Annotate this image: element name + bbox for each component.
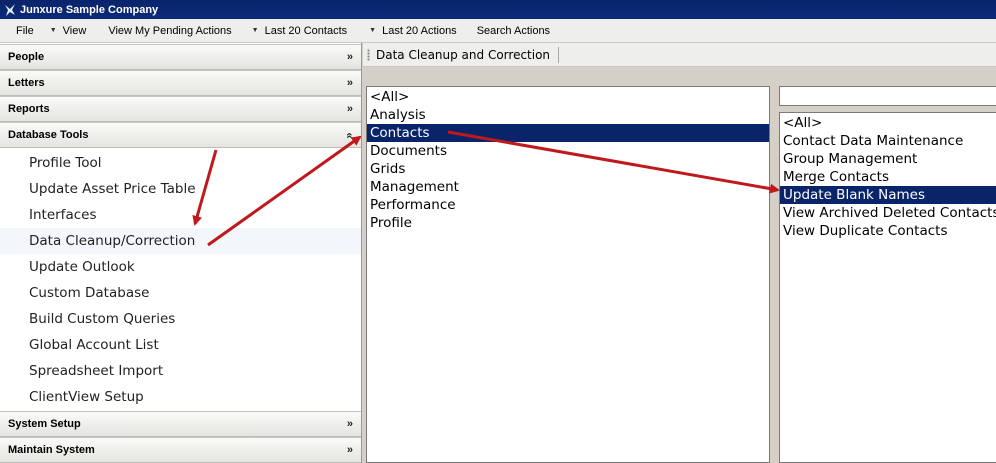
list-item[interactable]: View Archived Deleted Contacts — [780, 204, 996, 222]
menu-view[interactable]: ▼ View — [42, 19, 95, 43]
content-toolbar: Data Cleanup and Correction — [363, 43, 996, 67]
list-item[interactable]: Grids — [367, 160, 769, 178]
list-item[interactable]: Management — [367, 178, 769, 196]
content-title: Data Cleanup and Correction — [376, 47, 551, 62]
section-letters-label: Letters — [8, 77, 45, 89]
junxure-logo-icon — [5, 3, 15, 16]
menu-search-actions-label: Search Actions — [476, 24, 551, 37]
list-item[interactable]: Profile — [367, 214, 769, 232]
section-reports[interactable]: Reports » — [0, 96, 361, 122]
sidebar-item-global-account-list[interactable]: Global Account List — [0, 332, 361, 358]
toolbar-separator — [558, 46, 560, 63]
chevron-double-down-icon[interactable]: » — [347, 444, 353, 456]
tool-list[interactable]: <All> Contact Data Maintenance Group Man… — [779, 112, 996, 463]
list-item[interactable]: Documents — [367, 142, 769, 160]
section-system-setup[interactable]: System Setup » — [0, 411, 361, 437]
chevron-double-down-icon[interactable]: » — [347, 103, 353, 115]
menu-last-20-actions[interactable]: ▼ Last 20 Actions — [355, 19, 465, 43]
navigation-panel: People » Letters » Reports » Database To… — [0, 43, 362, 463]
dropdown-arrow-icon: ▼ — [369, 27, 377, 34]
sidebar-item-data-cleanup-correction[interactable]: Data Cleanup/Correction — [0, 228, 361, 254]
dropdown-arrow-icon: ▼ — [49, 27, 57, 34]
sidebar-item-update-asset-price-table[interactable]: Update Asset Price Table — [0, 176, 361, 202]
section-system-setup-label: System Setup — [8, 418, 81, 430]
filter-input[interactable] — [779, 86, 996, 106]
chevron-double-up-icon[interactable]: » — [343, 132, 355, 138]
sidebar-item-interfaces[interactable]: Interfaces — [0, 202, 361, 228]
list-item[interactable]: Merge Contacts — [780, 168, 996, 186]
list-item[interactable]: <All> — [780, 114, 996, 132]
menu-file-label: File — [16, 24, 34, 37]
list-item[interactable]: Contact Data Maintenance — [780, 132, 996, 150]
sidebar-item-update-outlook[interactable]: Update Outlook — [0, 254, 361, 280]
menu-bar: File ▼ View View My Pending Actions ▼ La… — [0, 19, 996, 43]
menu-last-20-contacts[interactable]: ▼ Last 20 Contacts — [240, 19, 356, 43]
section-people[interactable]: People » — [0, 44, 361, 70]
menu-view-my-pending-actions[interactable]: View My Pending Actions — [94, 19, 239, 43]
menu-file[interactable]: File — [0, 19, 42, 43]
category-list[interactable]: <All> Analysis Contacts Documents Grids … — [366, 86, 770, 463]
title-bar: Junxure Sample Company — [0, 0, 996, 19]
list-item[interactable]: Analysis — [367, 106, 769, 124]
chevron-double-down-icon[interactable]: » — [347, 77, 353, 89]
list-item[interactable]: Group Management — [780, 150, 996, 168]
section-database-tools[interactable]: Database Tools » — [0, 122, 361, 148]
menu-search-actions[interactable]: Search Actions — [465, 19, 558, 43]
section-maintain-system-label: Maintain System — [8, 444, 95, 456]
menu-view-label: View — [62, 24, 87, 37]
menu-last-actions-label: Last 20 Actions — [382, 24, 457, 37]
list-item[interactable]: Performance — [367, 196, 769, 214]
sidebar-item-spreadsheet-import[interactable]: Spreadsheet Import — [0, 358, 361, 384]
section-letters[interactable]: Letters » — [0, 70, 361, 96]
chevron-double-down-icon[interactable]: » — [347, 418, 353, 430]
toolbar-grip-icon[interactable] — [367, 48, 370, 61]
list-item[interactable]: View Duplicate Contacts — [780, 222, 996, 240]
section-reports-label: Reports — [8, 103, 50, 115]
menu-pending-label: View My Pending Actions — [108, 24, 232, 37]
dropdown-arrow-icon: ▼ — [251, 27, 259, 34]
application-window: Junxure Sample Company File ▼ View View … — [0, 0, 996, 463]
section-maintain-system[interactable]: Maintain System » — [0, 437, 361, 463]
chevron-double-down-icon[interactable]: » — [347, 51, 353, 63]
sidebar-item-clientview-setup[interactable]: ClientView Setup — [0, 384, 361, 410]
menu-last-contacts-label: Last 20 Contacts — [264, 24, 348, 37]
window-title: Junxure Sample Company — [20, 3, 159, 16]
list-item-selected[interactable]: Contacts — [367, 124, 769, 142]
list-item-selected[interactable]: Update Blank Names — [780, 186, 996, 204]
section-people-label: People — [8, 51, 45, 63]
sidebar-item-custom-database[interactable]: Custom Database — [0, 280, 361, 306]
sidebar-item-profile-tool[interactable]: Profile Tool — [0, 150, 361, 176]
sidebar-item-build-custom-queries[interactable]: Build Custom Queries — [0, 306, 361, 332]
section-database-tools-label: Database Tools — [8, 129, 89, 141]
list-item[interactable]: <All> — [367, 88, 769, 106]
